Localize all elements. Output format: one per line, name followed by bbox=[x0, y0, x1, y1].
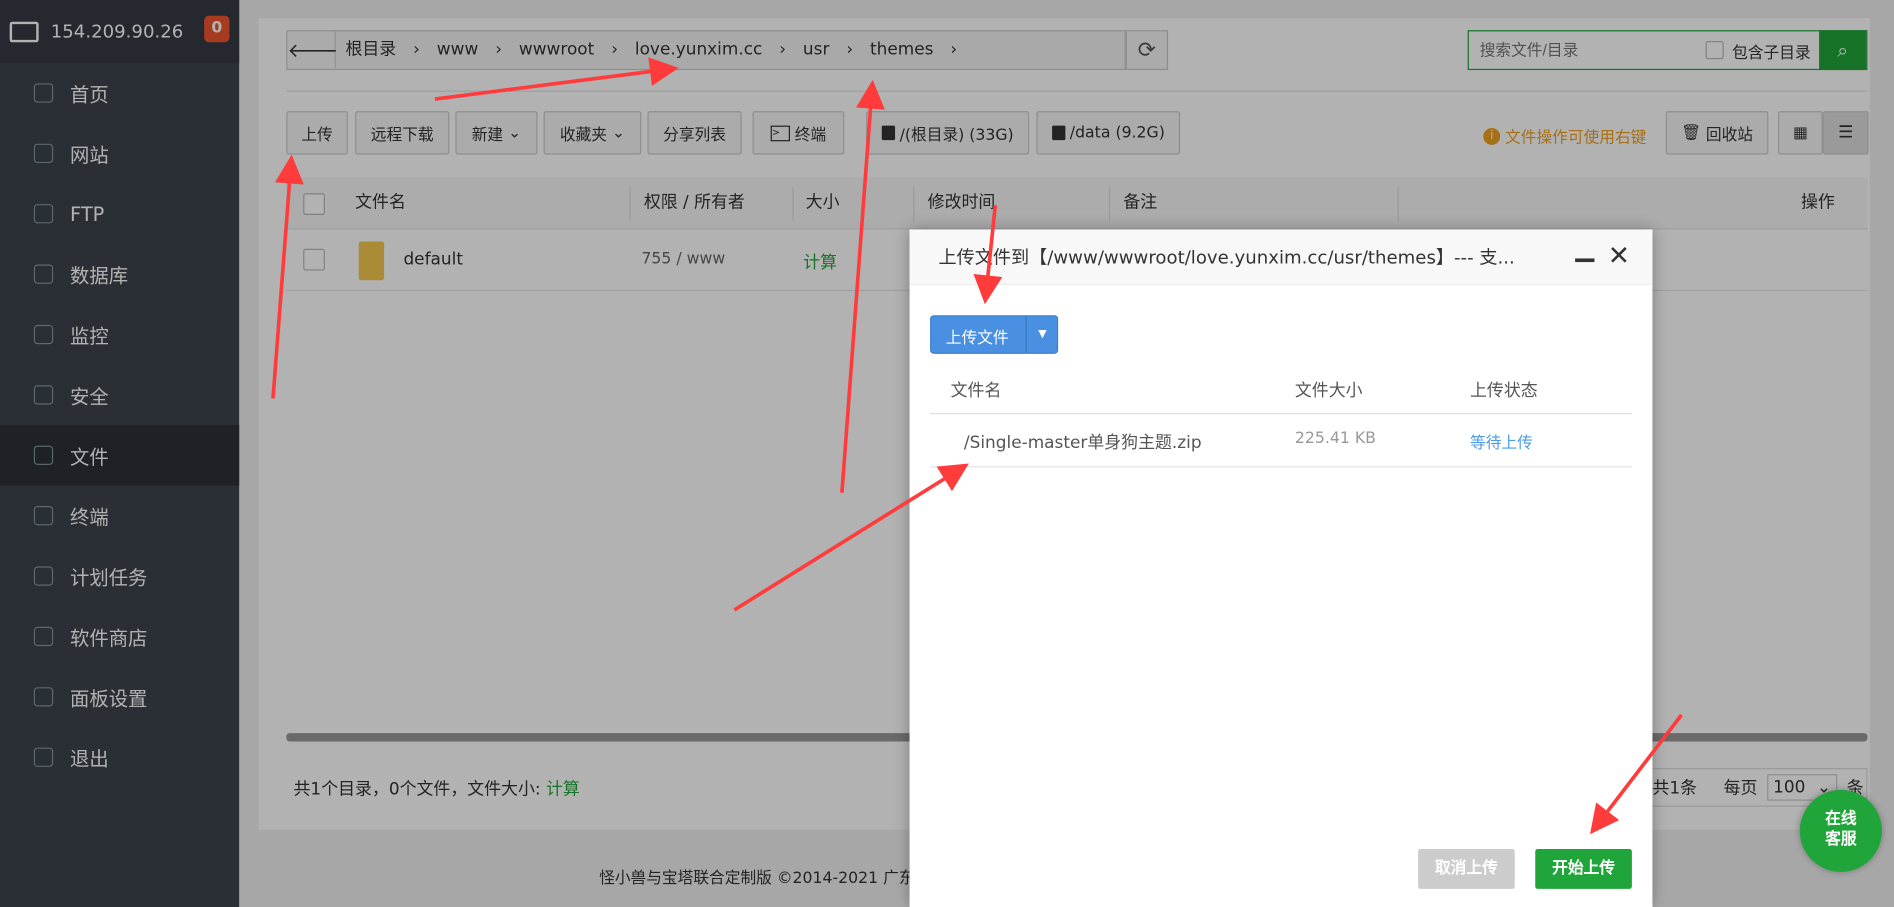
annotation-arrow bbox=[271, 154, 304, 399]
annotation-arrow bbox=[1590, 713, 1683, 835]
annotation-arrow bbox=[733, 463, 969, 612]
annotation-arrow bbox=[840, 79, 885, 493]
annotation-arrows bbox=[271, 57, 1683, 835]
annotation-arrow bbox=[973, 205, 1003, 305]
annotation-arrow bbox=[434, 57, 679, 101]
